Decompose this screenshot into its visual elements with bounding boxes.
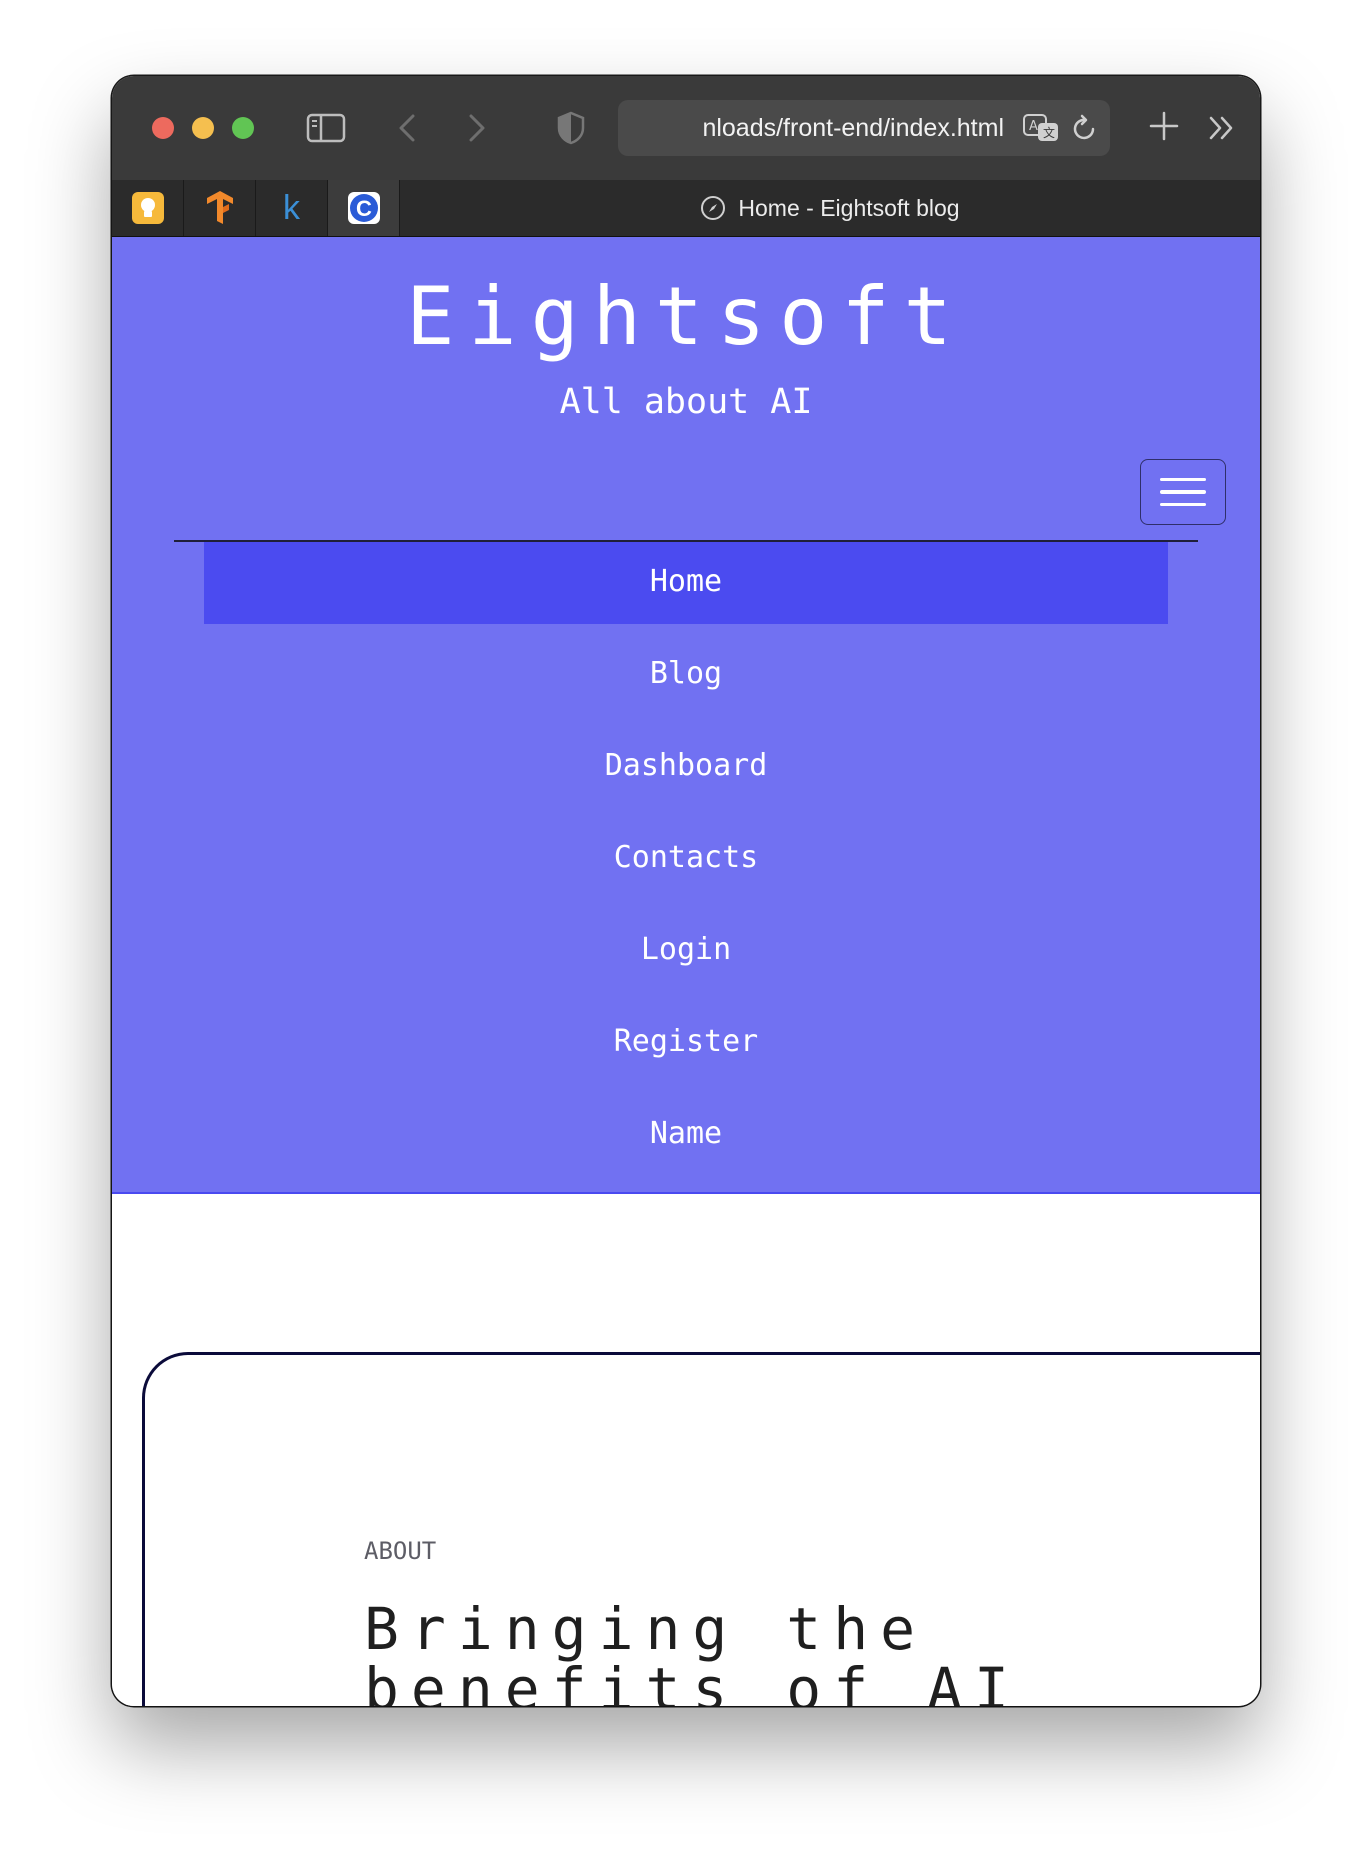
translate-icon[interactable]: A 文 xyxy=(1022,112,1060,144)
more-tabs-chevrons-icon[interactable] xyxy=(1202,110,1242,146)
active-tab[interactable]: Home - Eightsoft blog xyxy=(400,180,1260,236)
compass-icon xyxy=(700,195,726,221)
pinned-tab-k[interactable]: k xyxy=(256,180,328,236)
new-tab-plus-icon[interactable] xyxy=(1144,106,1184,146)
k-letter-icon: k xyxy=(283,188,300,227)
forward-arrow-icon[interactable] xyxy=(462,110,492,146)
nav-item-home[interactable]: Home xyxy=(204,542,1168,624)
hamburger-line xyxy=(1160,502,1206,507)
lightbulb-icon xyxy=(131,192,164,224)
menu-toggle-button[interactable] xyxy=(1140,459,1226,525)
zoom-window-button[interactable] xyxy=(232,117,254,139)
svg-text:文: 文 xyxy=(1043,125,1055,140)
back-arrow-icon[interactable] xyxy=(392,110,422,146)
nav-item-contacts[interactable]: Contacts xyxy=(204,818,1168,910)
about-eyebrow: ABOUT xyxy=(364,1537,437,1565)
site-header: Eightsoft All about AI Home Blog Dashboa… xyxy=(112,237,1260,1194)
site-brand[interactable]: Eightsoft xyxy=(112,267,1260,367)
hamburger-line xyxy=(1160,490,1206,494)
nav-item-login[interactable]: Login xyxy=(204,910,1168,1002)
tab-title: Home - Eightsoft blog xyxy=(738,194,960,221)
close-window-button[interactable] xyxy=(152,117,174,139)
c-letter-icon: C xyxy=(347,192,380,224)
nav-item-blog[interactable]: Blog xyxy=(204,634,1168,726)
tensorflow-icon xyxy=(206,191,233,224)
privacy-shield-icon[interactable] xyxy=(556,110,586,146)
pinned-tab-tensorflow[interactable] xyxy=(184,180,256,236)
nav-item-dashboard[interactable]: Dashboard xyxy=(204,726,1168,818)
browser-toolbar: nloads/front-end/index.html A 文 xyxy=(112,76,1260,180)
tab-bar: k C Home - Eightsoft blog xyxy=(112,180,1260,237)
browser-window: nloads/front-end/index.html A 文 k C Home… xyxy=(112,76,1260,1706)
about-title: Bringing the benefits of AI xyxy=(364,1595,1021,1706)
svg-text:A: A xyxy=(1029,119,1038,134)
pinned-tab-lightbulb[interactable] xyxy=(112,180,184,236)
pinned-tab-c[interactable]: C xyxy=(328,180,400,236)
url-text[interactable]: nloads/front-end/index.html xyxy=(664,100,1004,156)
svg-text:C: C xyxy=(356,196,372,221)
nav-item-register[interactable]: Register xyxy=(204,1002,1168,1094)
reload-icon[interactable] xyxy=(1070,112,1100,144)
sidebar-toggle-icon[interactable] xyxy=(306,112,346,144)
site-tagline: All about AI xyxy=(559,382,813,422)
minimize-window-button[interactable] xyxy=(192,117,214,139)
web-page: Eightsoft All about AI Home Blog Dashboa… xyxy=(112,237,1260,1706)
hamburger-line xyxy=(1160,477,1206,482)
nav-item-name[interactable]: Name xyxy=(204,1094,1168,1186)
nav-menu: Home Blog Dashboard Contacts Login Regis… xyxy=(204,542,1168,1186)
